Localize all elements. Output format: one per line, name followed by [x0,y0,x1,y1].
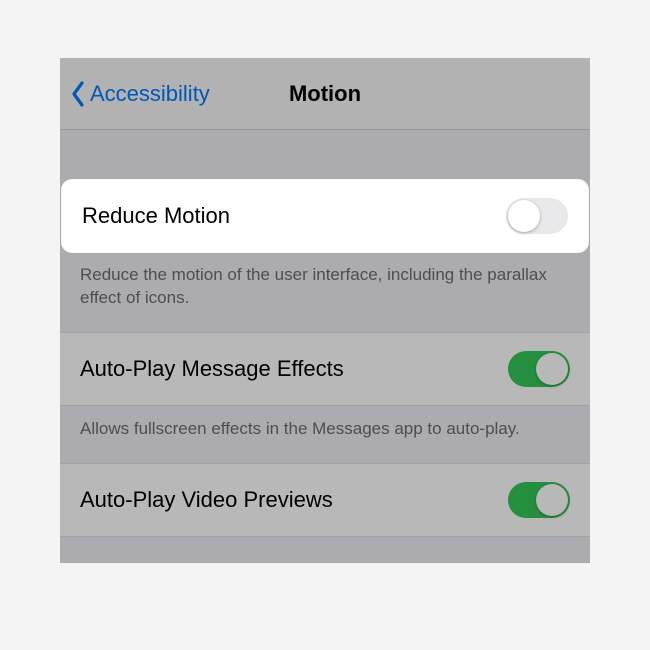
navigation-bar: Accessibility Motion [60,58,590,130]
section-spacer [60,130,590,180]
toggle-knob [536,353,568,385]
back-button[interactable]: Accessibility [60,80,210,108]
toggle-knob [536,484,568,516]
toggle-knob [508,200,540,232]
back-label: Accessibility [90,81,210,107]
row-footer: Allows fullscreen effects in the Message… [60,406,590,463]
row-label: Auto-Play Message Effects [80,356,344,382]
row-auto-play-message-effects[interactable]: Auto-Play Message Effects [60,332,590,406]
row-footer: Reduce the motion of the user interface,… [60,252,590,332]
toggle-reduce-motion[interactable] [506,198,568,234]
section-spacer [60,537,590,563]
settings-screen: Accessibility Motion Reduce Motion Reduc… [60,58,590,563]
toggle-auto-play-message-effects[interactable] [508,351,570,387]
row-label: Reduce Motion [82,203,230,229]
row-reduce-motion[interactable]: Reduce Motion [62,180,588,252]
toggle-auto-play-video-previews[interactable] [508,482,570,518]
chevron-left-icon [70,80,86,108]
row-auto-play-video-previews[interactable]: Auto-Play Video Previews [60,463,590,537]
row-label: Auto-Play Video Previews [80,487,333,513]
